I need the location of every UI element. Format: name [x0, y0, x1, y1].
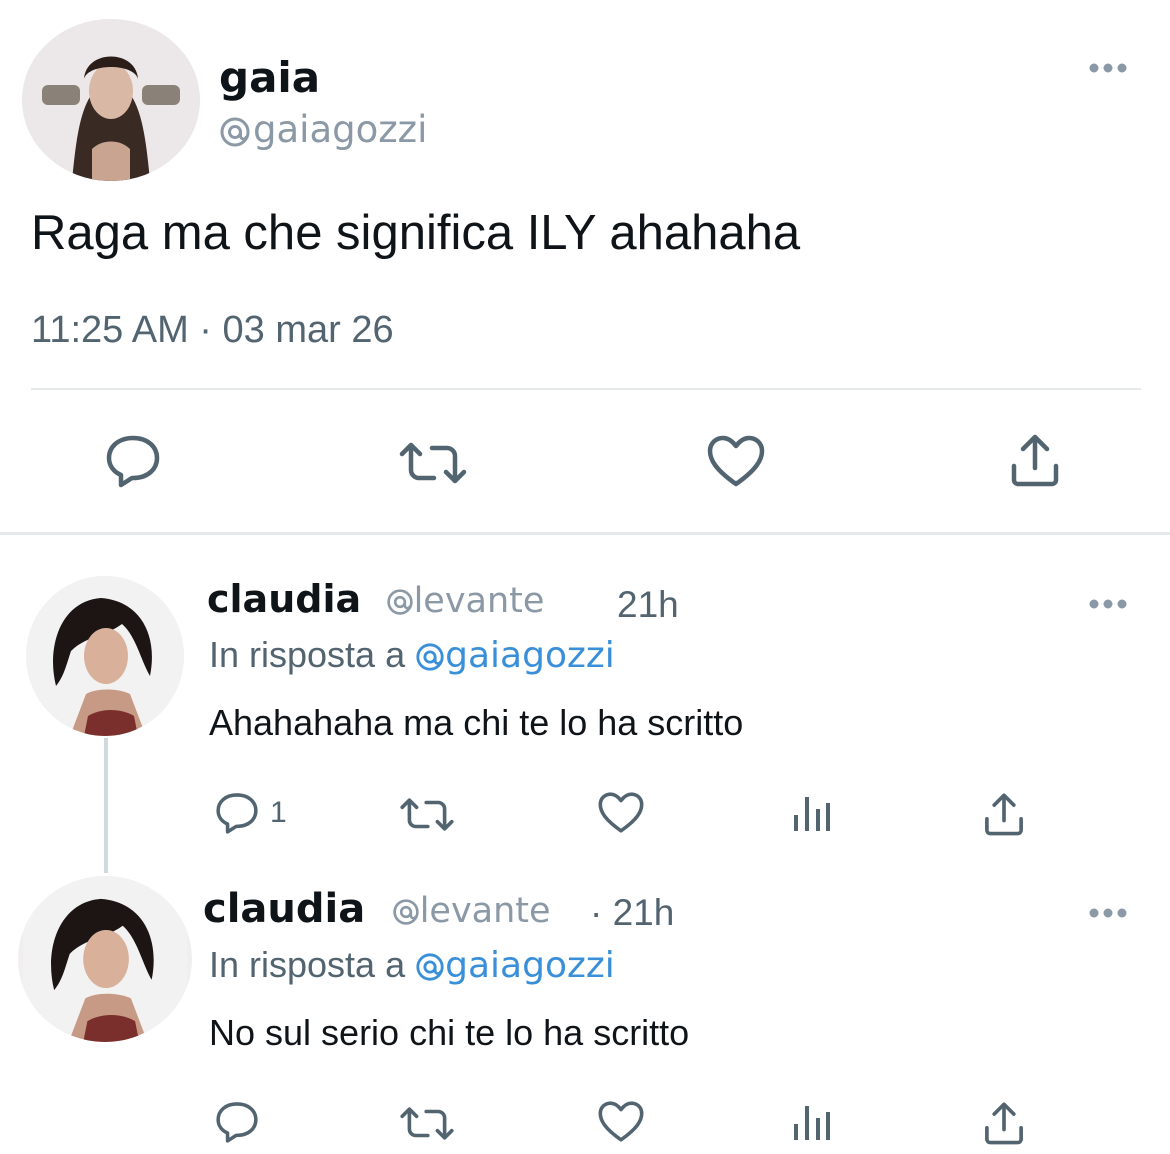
- share-button[interactable]: [1008, 432, 1062, 488]
- reply-button[interactable]: [104, 433, 162, 489]
- reply-author-handle[interactable]: levante: [386, 581, 545, 621]
- reply-count: 1: [270, 796, 287, 829]
- reply-to-handle: gaiagozzi: [445, 945, 615, 986]
- repost-icon: [399, 442, 467, 484]
- more-options-button[interactable]: [1088, 58, 1128, 78]
- reply-text: No sul serio chi te lo ha scritto: [209, 1012, 690, 1053]
- reply-to-link[interactable]: gaiagozzi: [415, 635, 615, 676]
- repost-icon: [400, 1107, 454, 1140]
- reply-time[interactable]: · 21h: [590, 890, 674, 936]
- speech-bubble-icon: [216, 1102, 258, 1143]
- heart-icon: [707, 435, 765, 487]
- speech-bubble-icon: [106, 435, 160, 488]
- views-button[interactable]: [792, 1104, 832, 1142]
- reply-button[interactable]: 1: [214, 791, 287, 835]
- more-dots-icon: [1089, 908, 1127, 918]
- reply-author-handle-text: levante: [413, 581, 545, 621]
- author-name[interactable]: gaia: [219, 52, 320, 104]
- more-options-button[interactable]: [1088, 904, 1128, 922]
- share-button[interactable]: [982, 791, 1026, 837]
- views-button[interactable]: [792, 795, 832, 833]
- divider: [31, 388, 1141, 390]
- reply-to-handle: gaiagozzi: [445, 635, 615, 676]
- reply-author-name[interactable]: claudia: [207, 577, 361, 621]
- share-upload-icon: [985, 1102, 1023, 1145]
- reply-author-avatar[interactable]: [26, 576, 184, 736]
- threads-at-icon: [416, 953, 444, 981]
- author-handle[interactable]: gaiagozzi: [219, 106, 427, 154]
- threads-at-icon: [386, 589, 413, 615]
- reply-header: claudia levante: [203, 884, 551, 934]
- reply-context: In risposta a gaiagozzi: [209, 941, 615, 990]
- reply-button[interactable]: [214, 1100, 260, 1144]
- threads-at-icon: [416, 643, 444, 671]
- like-button[interactable]: [706, 434, 766, 488]
- share-button[interactable]: [982, 1100, 1026, 1146]
- speech-bubble-icon: [216, 793, 258, 834]
- reply-time[interactable]: 21h: [617, 582, 679, 628]
- share-upload-icon: [985, 793, 1023, 836]
- more-dots-icon: [1089, 599, 1127, 609]
- repost-icon: [400, 798, 454, 831]
- heart-icon: [598, 792, 644, 833]
- reply-author-avatar[interactable]: [18, 876, 192, 1042]
- reply-context-label: In risposta a: [209, 944, 406, 985]
- threads-at-icon: [220, 117, 250, 146]
- heart-icon: [598, 1101, 644, 1142]
- section-divider: [0, 532, 1170, 535]
- like-button[interactable]: [597, 1100, 645, 1143]
- reply-author-handle-text: levante: [419, 891, 551, 931]
- reply-context: In risposta a gaiagozzi: [209, 631, 615, 680]
- threads-at-icon: [393, 899, 419, 925]
- share-upload-icon: [1011, 434, 1059, 487]
- reply-author-handle[interactable]: levante: [392, 891, 551, 931]
- avatar-photo: [26, 576, 184, 736]
- bar-chart-icon: [794, 797, 830, 831]
- repost-button[interactable]: [398, 440, 468, 486]
- separator-dot: ·: [590, 892, 603, 933]
- reply-to-link[interactable]: gaiagozzi: [415, 945, 615, 986]
- avatar-photo: [22, 19, 200, 181]
- repost-button[interactable]: [399, 1105, 455, 1142]
- like-button[interactable]: [597, 791, 645, 834]
- reply-text: Ahahahaha ma chi te lo ha scritto: [209, 702, 744, 743]
- reply-author-name[interactable]: claudia: [203, 886, 365, 932]
- author-avatar[interactable]: [22, 19, 200, 181]
- reply-header: claudia levante: [207, 575, 544, 623]
- post-text: Raga ma che significa ILY ahahaha: [31, 206, 801, 260]
- thread-line: [104, 738, 108, 873]
- more-options-button[interactable]: [1088, 595, 1128, 613]
- more-dots-icon: [1089, 63, 1127, 73]
- author-handle-text: gaiagozzi: [253, 108, 428, 151]
- bar-chart-icon: [794, 1106, 830, 1140]
- reply-context-label: In risposta a: [209, 634, 406, 675]
- avatar-photo: [23, 876, 187, 1042]
- reply-time-text: 21h: [612, 892, 675, 933]
- post-timestamp[interactable]: 11:25 AM · 03 mar 26: [31, 305, 394, 355]
- repost-button[interactable]: [399, 796, 455, 833]
